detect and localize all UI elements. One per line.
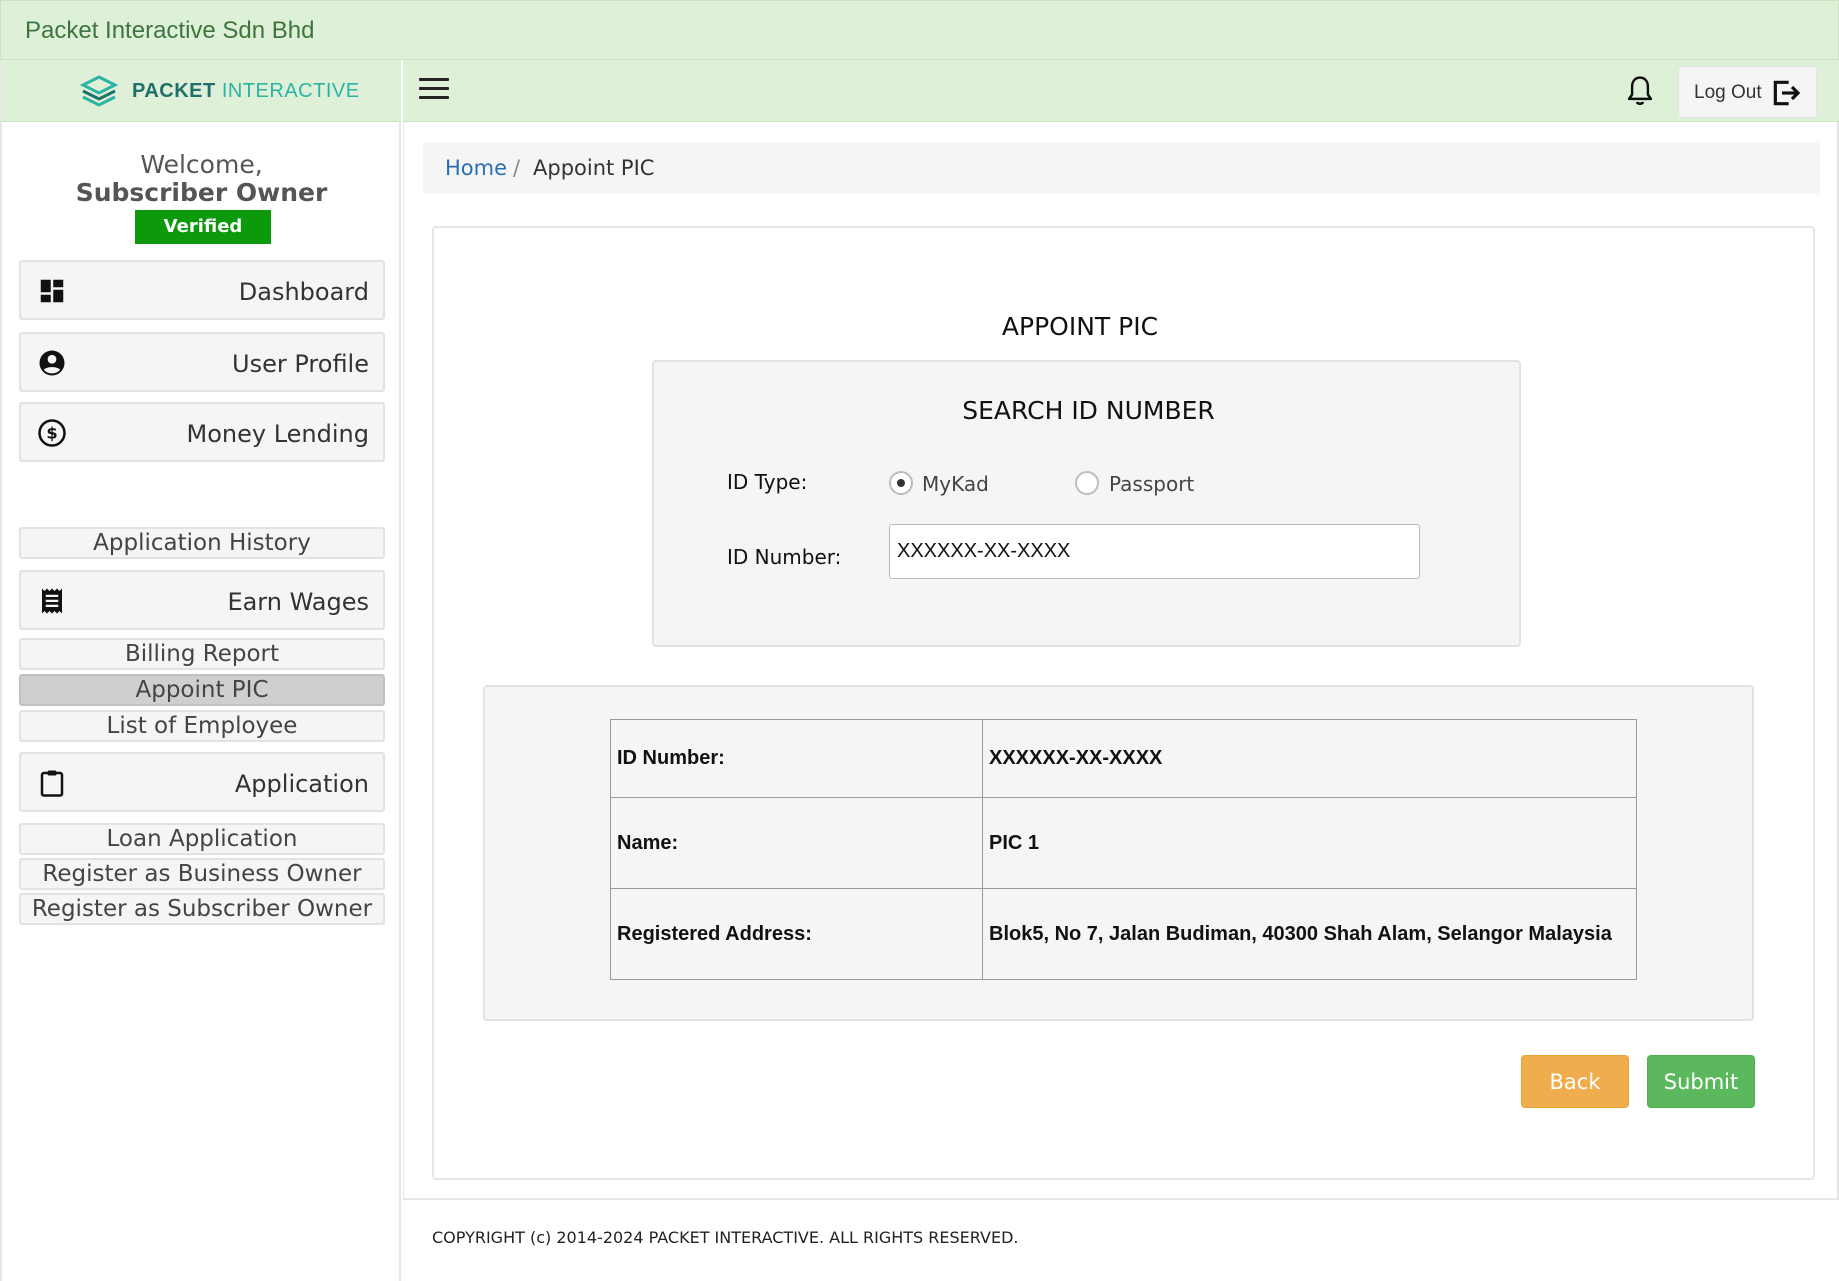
app-title: Packet Interactive Sdn Bhd [25, 17, 315, 44]
result-panel: ID Number: XXXXXX-XX-XXXX Name: PIC 1 Re… [483, 685, 1754, 1021]
logout-button[interactable]: Log Out [1678, 66, 1817, 118]
svg-text:$: $ [46, 424, 57, 443]
passport-radio[interactable] [1075, 471, 1099, 495]
sidebar-item-label: Application [234, 770, 369, 798]
sidebar-item-earn-wages[interactable]: Earn Wages [19, 570, 385, 630]
sidebar-item-application[interactable]: Application [19, 752, 385, 812]
sidebar-item-label: Earn Wages [227, 588, 369, 616]
result-table: ID Number: XXXXXX-XX-XXXX Name: PIC 1 Re… [610, 719, 1637, 980]
receipt-icon [42, 588, 62, 614]
id-type-label: ID Type: [727, 470, 808, 494]
result-key: Registered Address: [610, 888, 983, 980]
result-value: PIC 1 [982, 797, 1637, 889]
app-title-bar: Packet Interactive Sdn Bhd [0, 0, 1839, 60]
sidebar-item-loan-application[interactable]: Loan Application [19, 823, 385, 855]
id-number-input[interactable] [889, 524, 1420, 579]
sidebar: PACKET INTERACTIVE Welcome, Subscriber O… [0, 60, 401, 1281]
brand-name-light: INTERACTIVE [221, 80, 360, 102]
brand-bar: PACKET INTERACTIVE [2, 60, 401, 122]
sidebar-item-billing-report[interactable]: Billing Report [19, 638, 385, 670]
sidebar-item-register-business-owner[interactable]: Register as Business Owner [19, 858, 385, 890]
menu-icon[interactable] [419, 78, 449, 104]
breadcrumb-separator: / [513, 156, 521, 180]
account-circle-icon [39, 350, 65, 376]
result-value: XXXXXX-XX-XXXX [982, 719, 1637, 798]
brand-name: PACKET INTERACTIVE [132, 80, 360, 103]
logout-label: Log Out [1694, 82, 1762, 103]
sidebar-item-list-of-employee[interactable]: List of Employee [19, 710, 385, 742]
page-title: APPOINT PIC [1001, 312, 1159, 341]
sidebar-item-application-history[interactable]: Application History [19, 527, 385, 559]
logout-icon [1773, 80, 1801, 106]
clipboard-icon [40, 770, 64, 797]
breadcrumb-current: Appoint PIC [533, 156, 655, 180]
mykad-radio[interactable] [889, 471, 913, 495]
search-title: SEARCH ID NUMBER [962, 396, 1215, 425]
sidebar-item-label: Dashboard [238, 278, 369, 306]
table-row: ID Number: XXXXXX-XX-XXXX [610, 719, 1637, 798]
sidebar-item-label: Money Lending [186, 420, 369, 448]
result-key: ID Number: [610, 719, 983, 798]
result-key: Name: [610, 797, 983, 889]
sidebar-item-dashboard[interactable]: Dashboard [19, 260, 385, 320]
breadcrumb-home-link[interactable]: Home [445, 156, 507, 180]
top-header: Log Out [403, 60, 1839, 122]
notification-bell-icon[interactable] [1625, 74, 1655, 108]
sidebar-item-user-profile[interactable]: User Profile [19, 332, 385, 392]
sidebar-item-register-subscriber-owner[interactable]: Register as Subscriber Owner [19, 893, 385, 925]
dollar-circle-icon: $ [38, 419, 66, 447]
breadcrumb: Home / Appoint PIC [423, 142, 1820, 194]
result-value: Blok5, No 7, Jalan Budiman, 40300 Shah A… [982, 888, 1637, 980]
table-row: Registered Address: Blok5, No 7, Jalan B… [610, 888, 1637, 980]
id-number-label: ID Number: [727, 545, 842, 569]
user-role: Subscriber Owner [75, 178, 328, 207]
dashboard-icon [40, 279, 64, 303]
welcome-text: Welcome, [140, 150, 263, 179]
search-panel: SEARCH ID NUMBER ID Type: MyKad Passport… [652, 360, 1521, 647]
footer-copyright: COPYRIGHT (c) 2014-2024 PACKET INTERACTI… [432, 1228, 1019, 1247]
status-badge: Verified [135, 210, 271, 244]
brand-logo-icon [80, 75, 118, 107]
sidebar-item-appoint-pic[interactable]: Appoint PIC [19, 674, 385, 706]
brand-name-bold: PACKET [132, 80, 216, 102]
submit-button[interactable]: Submit [1647, 1055, 1755, 1108]
sidebar-item-label: User Profile [232, 350, 369, 378]
mykad-radio-label[interactable]: MyKad [922, 472, 989, 496]
table-row: Name: PIC 1 [610, 797, 1637, 889]
sidebar-item-money-lending[interactable]: $ Money Lending [19, 402, 385, 462]
back-button[interactable]: Back [1521, 1055, 1629, 1108]
passport-radio-label[interactable]: Passport [1109, 472, 1194, 496]
